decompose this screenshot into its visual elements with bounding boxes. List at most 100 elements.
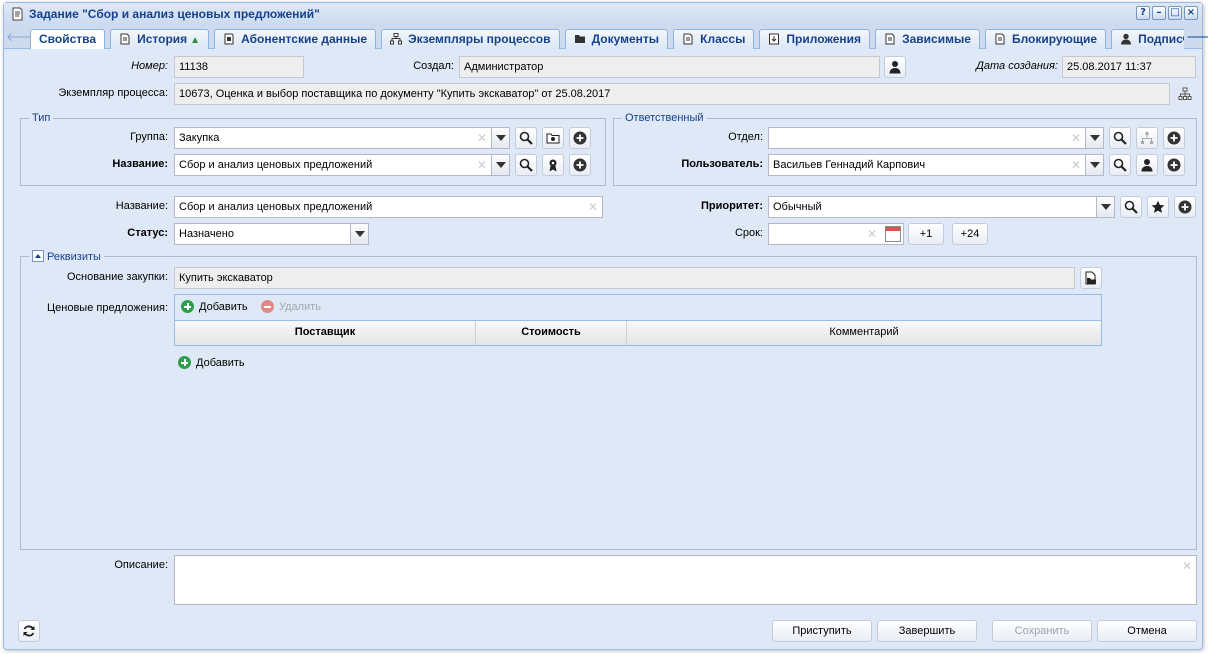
clear-icon[interactable]: ✕ <box>588 197 598 217</box>
priority-label: Приоритет: <box>701 200 763 212</box>
maximize-button[interactable]: □ <box>1168 6 1182 20</box>
chevron-down-icon[interactable] <box>1085 128 1103 148</box>
clear-icon[interactable]: ✕ <box>867 224 877 244</box>
process-tree-icon <box>390 33 403 45</box>
refresh-button[interactable] <box>18 620 40 642</box>
column-supplier[interactable]: Поставщик <box>175 321 476 345</box>
purchase-basis-label: Основание закупки: <box>66 271 168 283</box>
tab-subscribers[interactable]: Подписчи <box>1111 29 1184 49</box>
process-tree-button[interactable] <box>1174 83 1196 105</box>
calendar-icon[interactable] <box>885 226 901 242</box>
user-select[interactable]: Васильев Геннадий Карпович ✕ <box>768 154 1104 176</box>
chevron-down-icon[interactable] <box>491 128 509 148</box>
type-name-select[interactable]: Сбор и анализ ценовых предложений ✕ <box>174 154 510 176</box>
person-icon <box>1121 33 1132 45</box>
user-add-button[interactable] <box>1163 154 1185 176</box>
group-add-button[interactable] <box>569 127 591 149</box>
folder-icon <box>574 35 585 43</box>
user-person-button[interactable] <box>1136 154 1158 176</box>
status-select[interactable]: Назначено <box>174 223 369 245</box>
price-offers-label: Ценовые предложения: <box>47 302 168 314</box>
type-name-label: Название: <box>112 158 168 170</box>
tab-label: Блокирующие <box>1011 32 1098 46</box>
purchase-basis-field[interactable]: Купить экскаватор <box>174 267 1075 289</box>
cancel-button[interactable]: Отмена <box>1097 620 1197 642</box>
tab-blocking[interactable]: Блокирующие <box>984 29 1107 49</box>
column-cost[interactable]: Стоимость <box>476 321 627 345</box>
search-icon <box>519 131 533 145</box>
finish-button[interactable]: Завершить <box>877 620 977 642</box>
minimize-button[interactable]: – <box>1152 6 1166 20</box>
clear-icon[interactable]: ✕ <box>477 155 487 175</box>
start-button[interactable]: Приступить <box>772 620 872 642</box>
type-name-badge-button[interactable] <box>542 154 564 176</box>
clear-icon[interactable]: ✕ <box>477 128 487 148</box>
tab-properties[interactable]: Свойства <box>30 29 106 49</box>
type-name-add-button[interactable] <box>569 154 591 176</box>
process-tree-icon <box>1178 87 1192 100</box>
department-select[interactable]: ✕ <box>768 127 1104 149</box>
chevron-down-icon[interactable] <box>1085 155 1103 175</box>
tab-label: История <box>137 32 188 46</box>
group-folder-button[interactable] <box>542 127 564 149</box>
purchase-basis-open-button[interactable] <box>1080 267 1102 289</box>
tab-documents[interactable]: Документы <box>564 29 669 49</box>
tab-classes[interactable]: Классы <box>673 29 755 49</box>
user-label: Пользователь: <box>681 158 763 170</box>
help-button[interactable]: ? <box>1136 6 1150 20</box>
deadline-input[interactable]: ✕ <box>768 223 904 245</box>
grid-toolbar: Добавить Удалить <box>175 295 1101 321</box>
tab-label: Абонентские данные <box>241 32 368 46</box>
task-name-label: Название: <box>115 200 168 212</box>
department-add-button[interactable] <box>1163 127 1185 149</box>
column-comment[interactable]: Комментарий <box>627 321 1101 345</box>
save-button[interactable]: Сохранить <box>992 620 1092 642</box>
priority-star-button[interactable] <box>1147 196 1169 218</box>
add-icon <box>1178 200 1192 214</box>
tab-scroll-left-icon[interactable]: 🡐 <box>6 29 38 45</box>
tab-subscriber-data[interactable]: Абонентские данные <box>214 29 377 49</box>
chevron-down-icon[interactable] <box>350 224 368 244</box>
tab-attachments[interactable]: Приложения <box>759 29 871 49</box>
task-name-value: Сбор и анализ ценовых предложений <box>179 201 373 213</box>
task-window: Задание "Сбор и анализ ценовых предложен… <box>3 2 1208 650</box>
deadline-label: Срок: <box>734 227 763 239</box>
chevron-down-icon[interactable] <box>1096 197 1114 217</box>
deadline-plus1-button[interactable]: +1 <box>908 223 944 245</box>
add-row-button[interactable]: Добавить <box>178 356 245 370</box>
number-field[interactable]: 11138 <box>174 56 304 78</box>
document-icon <box>995 33 1005 45</box>
task-name-input[interactable]: Сбор и анализ ценовых предложений ✕ <box>174 196 603 218</box>
priority-add-button[interactable] <box>1174 196 1196 218</box>
grid-add-button[interactable]: Добавить <box>181 300 248 314</box>
description-textarea[interactable]: ✕ <box>174 555 1197 605</box>
priority-select[interactable]: Обычный <box>768 196 1115 218</box>
tab-dependent[interactable]: Зависимые <box>875 29 980 49</box>
created-by-user-button[interactable] <box>884 56 906 78</box>
created-by-field[interactable]: Администратор <box>459 56 880 78</box>
clear-icon[interactable]: ✕ <box>1071 155 1081 175</box>
group-select[interactable]: Закупка ✕ <box>174 127 510 149</box>
grid-delete-button[interactable]: Удалить <box>261 300 321 314</box>
tab-scroll-right-icon[interactable]: 🡒 <box>1186 29 1208 45</box>
person-icon <box>1141 159 1153 172</box>
clear-icon[interactable]: ✕ <box>1182 556 1192 576</box>
close-button[interactable]: × <box>1184 6 1198 20</box>
tab-history[interactable]: История ▲ <box>110 29 210 49</box>
group-search-button[interactable] <box>515 127 537 149</box>
type-name-search-button[interactable] <box>515 154 537 176</box>
created-date-field[interactable]: 25.08.2017 11:37 <box>1062 56 1196 78</box>
department-tree-button[interactable] <box>1136 127 1158 149</box>
process-instance-field[interactable]: 10673, Оценка и выбор поставщика по доку… <box>174 83 1170 105</box>
remove-icon <box>261 300 274 313</box>
deadline-plus24-button[interactable]: +24 <box>952 223 988 245</box>
collapse-icon[interactable] <box>32 250 44 262</box>
chevron-down-icon[interactable] <box>491 155 509 175</box>
number-label: Номер: <box>131 60 168 72</box>
user-search-button[interactable] <box>1109 154 1131 176</box>
department-search-button[interactable] <box>1109 127 1131 149</box>
status-value: Назначено <box>179 228 234 240</box>
tab-process-instances[interactable]: Экземпляры процессов <box>381 29 560 49</box>
clear-icon[interactable]: ✕ <box>1071 128 1081 148</box>
priority-search-button[interactable] <box>1120 196 1142 218</box>
